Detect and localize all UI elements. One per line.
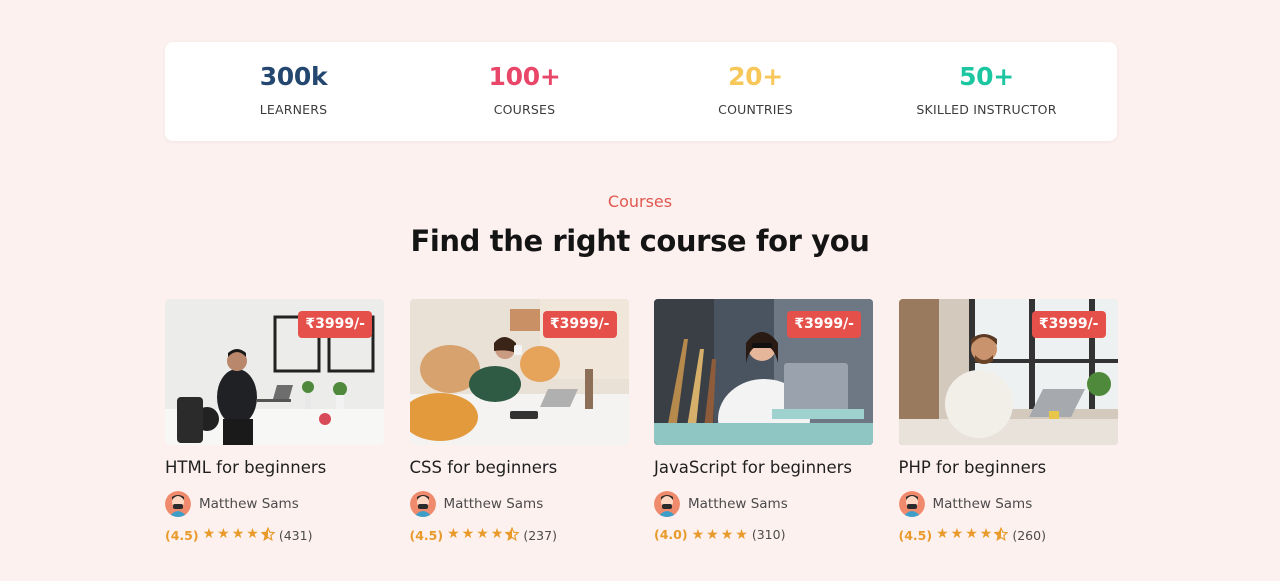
rating-count: (260)	[1012, 528, 1046, 543]
author-name[interactable]: Matthew Sams	[688, 496, 788, 512]
course-title[interactable]: CSS for beginners	[410, 458, 630, 477]
course-thumbnail[interactable]: ₹3999/-	[165, 299, 384, 445]
course-title[interactable]: HTML for beginners	[165, 458, 385, 477]
rating-value: (4.5)	[898, 528, 933, 543]
price-badge: ₹3999/-	[1031, 311, 1106, 338]
star-icon: ★	[461, 526, 475, 542]
rating-stars: ★ ★ ★ ★	[447, 526, 521, 544]
stat-label: COUNTRIES	[718, 102, 793, 117]
course-thumbnail[interactable]: ₹3999/-	[654, 299, 873, 445]
stat-value: 50+	[959, 62, 1014, 91]
stat-courses: 100+ COURSES	[409, 42, 640, 141]
rating-value: (4.5)	[409, 528, 444, 543]
course-list: ₹3999/- HTML for beginners Matthew Sams …	[165, 299, 1119, 544]
star-half-icon	[504, 526, 520, 544]
rating-stars: ★ ★ ★ ★	[936, 526, 1010, 544]
star-half-icon	[993, 526, 1009, 544]
rating-stars: ★ ★ ★ ★	[202, 526, 277, 544]
price-badge: ₹3999/-	[542, 311, 617, 338]
stat-label: SKILLED INSTRUCTOR	[916, 102, 1057, 117]
star-icon: ★	[720, 526, 734, 543]
course-title[interactable]: PHP for beginners	[899, 458, 1119, 477]
rating-stars: ★ ★ ★ ★	[692, 528, 750, 542]
star-half-icon	[260, 526, 276, 544]
stat-value: 300k	[259, 62, 328, 91]
star-icon: ★	[965, 526, 978, 542]
rating-count: (310)	[751, 527, 786, 542]
course-card[interactable]: ₹3999/- PHP for beginners Matthew Sams (…	[898, 299, 1119, 544]
star-icon: ★	[447, 526, 460, 542]
star-icon: ★	[691, 526, 705, 543]
star-icon: ★	[950, 526, 964, 542]
user-avatar-icon	[654, 491, 680, 517]
stat-label: LEARNERS	[259, 102, 328, 117]
course-card[interactable]: ₹3999/- HTML for beginners Matthew Sams …	[165, 299, 385, 544]
course-rating: (4.0) ★ ★ ★ ★ (310)	[654, 527, 874, 542]
rating-value: (4.0)	[654, 527, 688, 542]
course-thumbnail[interactable]: ₹3999/-	[898, 299, 1118, 445]
rating-count: (237)	[523, 528, 557, 543]
course-rating: (4.5) ★ ★ ★ ★ (260)	[898, 526, 1119, 544]
stat-value: 100+	[488, 62, 561, 91]
course-card[interactable]: ₹3999/- JavaScript for beginners Matthew…	[654, 299, 874, 544]
course-rating: (4.5) ★ ★ ★ ★ (237)	[409, 526, 630, 544]
star-icon: ★	[202, 526, 216, 542]
course-author: Matthew Sams	[898, 491, 1119, 517]
price-badge: ₹3999/-	[787, 311, 861, 338]
course-author: Matthew Sams	[654, 491, 874, 517]
star-icon: ★	[706, 526, 719, 543]
star-icon: ★	[936, 526, 949, 542]
stat-countries: 20+ COUNTRIES	[640, 42, 871, 141]
star-icon: ★	[735, 526, 748, 543]
course-rating: (4.5) ★ ★ ★ ★ (431)	[165, 526, 385, 544]
course-card[interactable]: ₹3999/- CSS for beginners Matthew Sams (…	[409, 299, 630, 544]
section-eyebrow: Courses	[607, 192, 673, 211]
course-author: Matthew Sams	[409, 491, 630, 517]
stat-value: 20+	[728, 62, 783, 91]
stats-card: 300k LEARNERS 100+ COURSES 20+ COUNTRIES…	[165, 42, 1117, 141]
section-title: Find the right course for you	[410, 224, 870, 258]
rating-count: (431)	[278, 528, 313, 543]
author-name[interactable]: Matthew Sams	[933, 496, 1033, 512]
price-badge: ₹3999/-	[298, 311, 372, 338]
stat-learners: 300k LEARNERS	[178, 42, 409, 141]
author-name[interactable]: Matthew Sams	[444, 496, 544, 512]
star-icon: ★	[246, 526, 259, 542]
user-avatar-icon	[409, 491, 436, 517]
star-icon: ★	[217, 526, 230, 542]
star-icon: ★	[979, 526, 993, 542]
user-avatar-icon	[165, 491, 191, 517]
author-name[interactable]: Matthew Sams	[199, 496, 299, 512]
star-icon: ★	[476, 526, 489, 542]
star-icon: ★	[231, 526, 245, 542]
stat-instructors: 50+ SKILLED INSTRUCTOR	[871, 42, 1102, 141]
user-avatar-icon	[898, 491, 925, 517]
course-author: Matthew Sams	[165, 491, 385, 517]
course-title[interactable]: JavaScript for beginners	[654, 458, 874, 477]
star-icon: ★	[490, 526, 504, 542]
course-thumbnail[interactable]: ₹3999/-	[409, 299, 629, 445]
stat-label: COURSES	[493, 102, 556, 117]
rating-value: (4.5)	[165, 528, 199, 543]
